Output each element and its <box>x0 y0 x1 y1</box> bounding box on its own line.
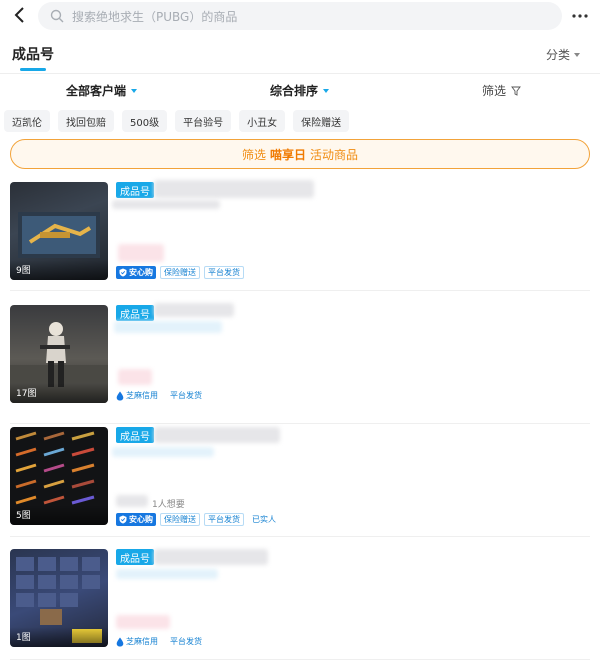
blurred-title <box>154 427 280 443</box>
anxin-badge: 安心购 <box>116 266 156 279</box>
item-thumbnail[interactable]: 5图 <box>10 427 108 525</box>
image-count: 9图 <box>16 266 31 276</box>
meta-tag: 保险赠送 <box>160 266 200 279</box>
meta-tag: 平台发货 <box>204 266 244 279</box>
item-divider <box>10 536 590 537</box>
anxin-label: 安心购 <box>129 515 153 524</box>
sesame-drop-icon <box>116 637 124 646</box>
list-item[interactable]: 5图 成品号 1人想要 安心购 保险赠送 平台发货 已实人 <box>0 427 600 537</box>
blurred-price <box>118 244 164 262</box>
item-type-badge: 成品号 <box>116 182 154 198</box>
sesame-label: 芝麻信用 <box>126 637 158 646</box>
item-meta: 芝麻信用 平台发货 <box>116 635 206 648</box>
more-dots-icon <box>572 14 588 18</box>
item-divider <box>10 423 590 424</box>
sort-filter[interactable]: 综合排序 <box>270 82 330 99</box>
blurred-subtitle <box>114 321 222 333</box>
meta-tag: 已实人 <box>252 515 276 524</box>
filter-row: 全部客户端 综合排序 筛选 <box>0 80 600 102</box>
tag-mclaren[interactable]: 迈凯伦 <box>4 110 50 132</box>
tag-level-500[interactable]: 500级 <box>122 110 168 132</box>
item-meta: 安心购 保险赠送 平台发货 <box>116 266 244 279</box>
screen-filter-label: 筛选 <box>482 84 507 98</box>
list-item[interactable]: 9图 成品号 安心购 保险赠送 平台发货 <box>0 180 600 292</box>
blurred-title <box>154 303 234 317</box>
category-label: 分类 <box>545 48 570 62</box>
caret-down-icon <box>323 88 330 93</box>
tab-indicator <box>20 68 46 71</box>
blurred-price <box>118 369 152 385</box>
meta-tag: 保险赠送 <box>160 513 200 526</box>
item-type-badge: 成品号 <box>116 549 154 565</box>
blurred-price <box>116 495 148 507</box>
item-divider <box>10 290 590 291</box>
blurred-title <box>154 180 314 198</box>
sort-filter-label: 综合排序 <box>270 84 319 98</box>
shield-check-icon <box>119 268 127 277</box>
item-meta: 芝麻信用 平台发货 <box>116 389 206 402</box>
promo-prefix: 筛选 <box>241 147 266 162</box>
image-count: 1图 <box>16 633 31 643</box>
item-thumbnail[interactable]: 9图 <box>10 182 108 280</box>
list-item[interactable]: 17图 成品号 芝麻信用 平台发货 <box>0 303 600 425</box>
list-item[interactable]: 1图 成品号 芝麻信用 平台发货 <box>0 549 600 661</box>
want-count: 1人想要 <box>152 500 185 510</box>
item-type-badge: 成品号 <box>116 427 154 443</box>
tag-harley[interactable]: 小丑女 <box>239 110 286 132</box>
caret-down-icon <box>574 52 580 57</box>
client-filter[interactable]: 全部客户端 <box>66 82 138 99</box>
image-count: 17图 <box>16 389 37 399</box>
blurred-price <box>116 615 170 629</box>
promo-banner[interactable]: 筛选 喵享日 活动商品 <box>10 139 590 169</box>
item-meta: 安心购 保险赠送 平台发货 已实人 <box>116 513 280 526</box>
sesame-credit: 芝麻信用 <box>116 390 158 401</box>
tag-insurance[interactable]: 保险赠送 <box>293 110 350 132</box>
meta-tag: 平台发货 <box>170 391 202 400</box>
item-thumbnail[interactable]: 17图 <box>10 305 108 403</box>
blurred-subtitle <box>116 569 218 579</box>
more-button[interactable] <box>570 6 590 26</box>
sesame-label: 芝麻信用 <box>126 391 158 400</box>
sesame-credit: 芝麻信用 <box>116 636 158 647</box>
caret-down-icon <box>131 88 138 93</box>
promo-suffix: 活动商品 <box>310 147 359 162</box>
shield-check-icon <box>119 515 127 524</box>
anxin-badge: 安心购 <box>116 513 156 526</box>
search-input[interactable]: 搜索绝地求生（PUBG）的商品 <box>72 8 237 25</box>
tab-finished-account[interactable]: 成品号 <box>12 44 54 64</box>
search-icon <box>50 9 64 23</box>
category-dropdown[interactable]: 分类 <box>546 46 580 63</box>
screen-filter[interactable]: 筛选 <box>482 82 521 99</box>
item-type-badge: 成品号 <box>116 305 154 321</box>
promo-highlight: 喵享日 <box>269 147 306 162</box>
back-button[interactable] <box>10 4 30 26</box>
client-filter-label: 全部客户端 <box>66 84 127 98</box>
funnel-icon <box>511 86 521 96</box>
tag-recovery-guarantee[interactable]: 找回包赔 <box>58 110 114 132</box>
meta-tag: 平台发货 <box>170 637 202 646</box>
chevron-left-icon <box>14 7 24 23</box>
image-count: 5图 <box>16 511 31 521</box>
anxin-label: 安心购 <box>129 268 153 277</box>
blurred-subtitle <box>112 200 220 209</box>
blurred-title <box>154 549 268 565</box>
category-tabs: 成品号 分类 <box>0 40 600 74</box>
item-thumbnail[interactable]: 1图 <box>10 549 108 647</box>
sesame-drop-icon <box>116 391 124 400</box>
tag-platform-verified[interactable]: 平台验号 <box>175 110 232 132</box>
top-bar: 搜索绝地求生（PUBG）的商品 <box>0 0 600 32</box>
quick-tags: 迈凯伦 找回包赔 500级 平台验号 小丑女 保险赠送 <box>4 110 350 132</box>
blurred-subtitle <box>112 447 214 457</box>
item-divider <box>10 659 590 660</box>
meta-tag: 平台发货 <box>204 513 244 526</box>
search-bar[interactable]: 搜索绝地求生（PUBG）的商品 <box>38 2 562 30</box>
